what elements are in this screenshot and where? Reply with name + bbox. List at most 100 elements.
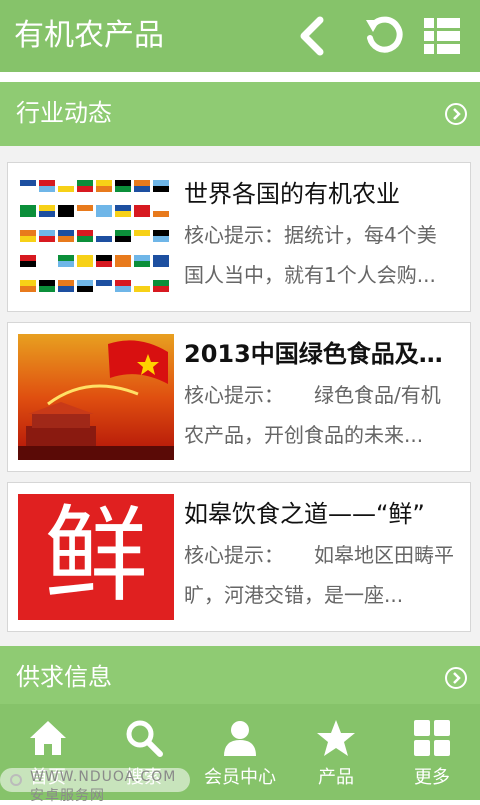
flag-stripe bbox=[77, 280, 93, 286]
back-chevron-icon bbox=[300, 16, 324, 56]
article-summary: 核心提示：据统计，每4个美国人当中，就有1个人会购... bbox=[184, 223, 437, 287]
watermark-logo-icon bbox=[10, 774, 22, 786]
flag-stripe bbox=[96, 280, 112, 286]
section-header-supply-demand[interactable]: 供求信息 bbox=[0, 646, 480, 710]
flag-stripe bbox=[96, 236, 112, 242]
flag-stripe bbox=[58, 230, 74, 236]
flag-stripe bbox=[20, 286, 36, 292]
section-header-industry-news[interactable]: 行业动态 bbox=[0, 82, 480, 146]
article-summary: 核心提示： 绿色食品/有机农产品，开创食品的未来... bbox=[184, 383, 441, 447]
flag-stripe bbox=[77, 255, 93, 261]
flag-stripe bbox=[115, 180, 131, 186]
flag-stripe bbox=[96, 205, 112, 211]
app-bar: 有机农产品 bbox=[0, 0, 480, 72]
flag-stripe bbox=[115, 186, 131, 192]
flag-stripe bbox=[58, 211, 74, 217]
flag-stripe bbox=[134, 211, 150, 217]
flag-stripe bbox=[153, 255, 169, 261]
flag-stripe bbox=[77, 186, 93, 192]
article-card[interactable]: 世界各国的有机农业 核心提示：据统计，每4个美国人当中，就有1个人会购... bbox=[7, 162, 471, 312]
article-thumbnail-flags bbox=[18, 174, 174, 300]
nav-label: 产品 bbox=[318, 767, 354, 788]
flag-stripe bbox=[115, 255, 131, 261]
circle-chevron-right-icon[interactable] bbox=[444, 102, 468, 126]
flag-stripe bbox=[134, 186, 150, 192]
user-icon bbox=[224, 721, 256, 756]
refresh-icon bbox=[366, 16, 403, 53]
flag-stripe bbox=[115, 261, 131, 267]
section-title: 行业动态 bbox=[16, 99, 112, 127]
flag-stripe bbox=[153, 261, 169, 267]
flag-stripe bbox=[134, 261, 150, 267]
flag-stripe bbox=[134, 205, 150, 211]
flag-stripe bbox=[58, 236, 74, 242]
flag-stripe bbox=[153, 205, 169, 211]
flag-stripe bbox=[39, 211, 55, 217]
flag-stripe bbox=[96, 286, 112, 292]
flag-stripe bbox=[20, 186, 36, 192]
flag-stripe bbox=[58, 186, 74, 192]
flag-stripe bbox=[20, 211, 36, 217]
nav-item-products[interactable]: 产品 bbox=[288, 704, 384, 800]
flag-stripe bbox=[77, 211, 93, 217]
flag-stripe bbox=[77, 230, 93, 236]
home-icon bbox=[30, 721, 66, 755]
flag-stripe bbox=[77, 261, 93, 267]
nav-label: 会员中心 bbox=[204, 767, 276, 788]
article-thumbnail-xian: 鲜 bbox=[18, 494, 174, 620]
flag-stripe bbox=[39, 180, 55, 186]
article-summary: 核心提示： 如皋地区田畴平旷，河港交错，是一座... bbox=[184, 543, 454, 607]
flag-stripe bbox=[20, 280, 36, 286]
flag-stripe bbox=[77, 286, 93, 292]
flag-stripe bbox=[39, 205, 55, 211]
flag-stripe bbox=[96, 211, 112, 217]
flag-stripe bbox=[115, 236, 131, 242]
flag-stripe bbox=[20, 236, 36, 242]
flag-stripe bbox=[96, 261, 112, 267]
flag-stripe bbox=[153, 230, 169, 236]
flag-stripe bbox=[77, 180, 93, 186]
flag-stripe bbox=[58, 180, 74, 186]
flag-stripe bbox=[58, 261, 74, 267]
flag-stripe bbox=[134, 255, 150, 261]
flag-stripe bbox=[20, 180, 36, 186]
flag-stripe bbox=[39, 186, 55, 192]
article-card[interactable]: 鲜 如皋饮食之道——“鲜” 核心提示： 如皋地区田畴平旷，河港交错，是一座... bbox=[7, 482, 471, 632]
flag-stripe bbox=[77, 236, 93, 242]
article-card[interactable]: 2013中国绿色食品及有... 核心提示： 绿色食品/有机农产品，开创食品的未来… bbox=[7, 322, 471, 472]
nav-item-member[interactable]: 会员中心 bbox=[192, 704, 288, 800]
flag-stripe bbox=[134, 280, 150, 286]
flag-stripe bbox=[20, 205, 36, 211]
flag-stripe bbox=[39, 280, 55, 286]
flag-stripe bbox=[153, 280, 169, 286]
flag-stripe bbox=[153, 286, 169, 292]
watermark: WWW.NDUOA.COM 安卓服务网 bbox=[0, 768, 190, 804]
search-icon bbox=[126, 720, 163, 757]
app-title: 有机农产品 bbox=[14, 18, 164, 53]
nav-item-more[interactable]: 更多 bbox=[384, 704, 480, 800]
flag-stripe bbox=[115, 280, 131, 286]
flag-stripe bbox=[39, 261, 55, 267]
menu-button[interactable] bbox=[420, 14, 464, 58]
flag-stripe bbox=[58, 280, 74, 286]
circle-chevron-right-icon[interactable] bbox=[444, 666, 468, 690]
flag-stripe bbox=[134, 236, 150, 242]
star-icon bbox=[317, 720, 355, 756]
grid-icon bbox=[414, 720, 450, 756]
refresh-button[interactable] bbox=[362, 14, 406, 58]
nav-label: 更多 bbox=[414, 767, 450, 788]
back-button[interactable] bbox=[292, 14, 336, 58]
flag-stripe bbox=[96, 230, 112, 236]
flag-stripe bbox=[58, 255, 74, 261]
flag-stripe bbox=[39, 286, 55, 292]
flag-stripe bbox=[58, 286, 74, 292]
flag-stripe bbox=[20, 261, 36, 267]
flag-stripe bbox=[77, 205, 93, 211]
flag-stripe bbox=[39, 255, 55, 261]
flag-stripe bbox=[134, 230, 150, 236]
flag-stripe bbox=[115, 230, 131, 236]
article-title: 如皋饮食之道——“鲜” bbox=[184, 500, 425, 528]
flag-stripe bbox=[20, 230, 36, 236]
flag-stripe bbox=[115, 211, 131, 217]
flag-stripe bbox=[96, 180, 112, 186]
